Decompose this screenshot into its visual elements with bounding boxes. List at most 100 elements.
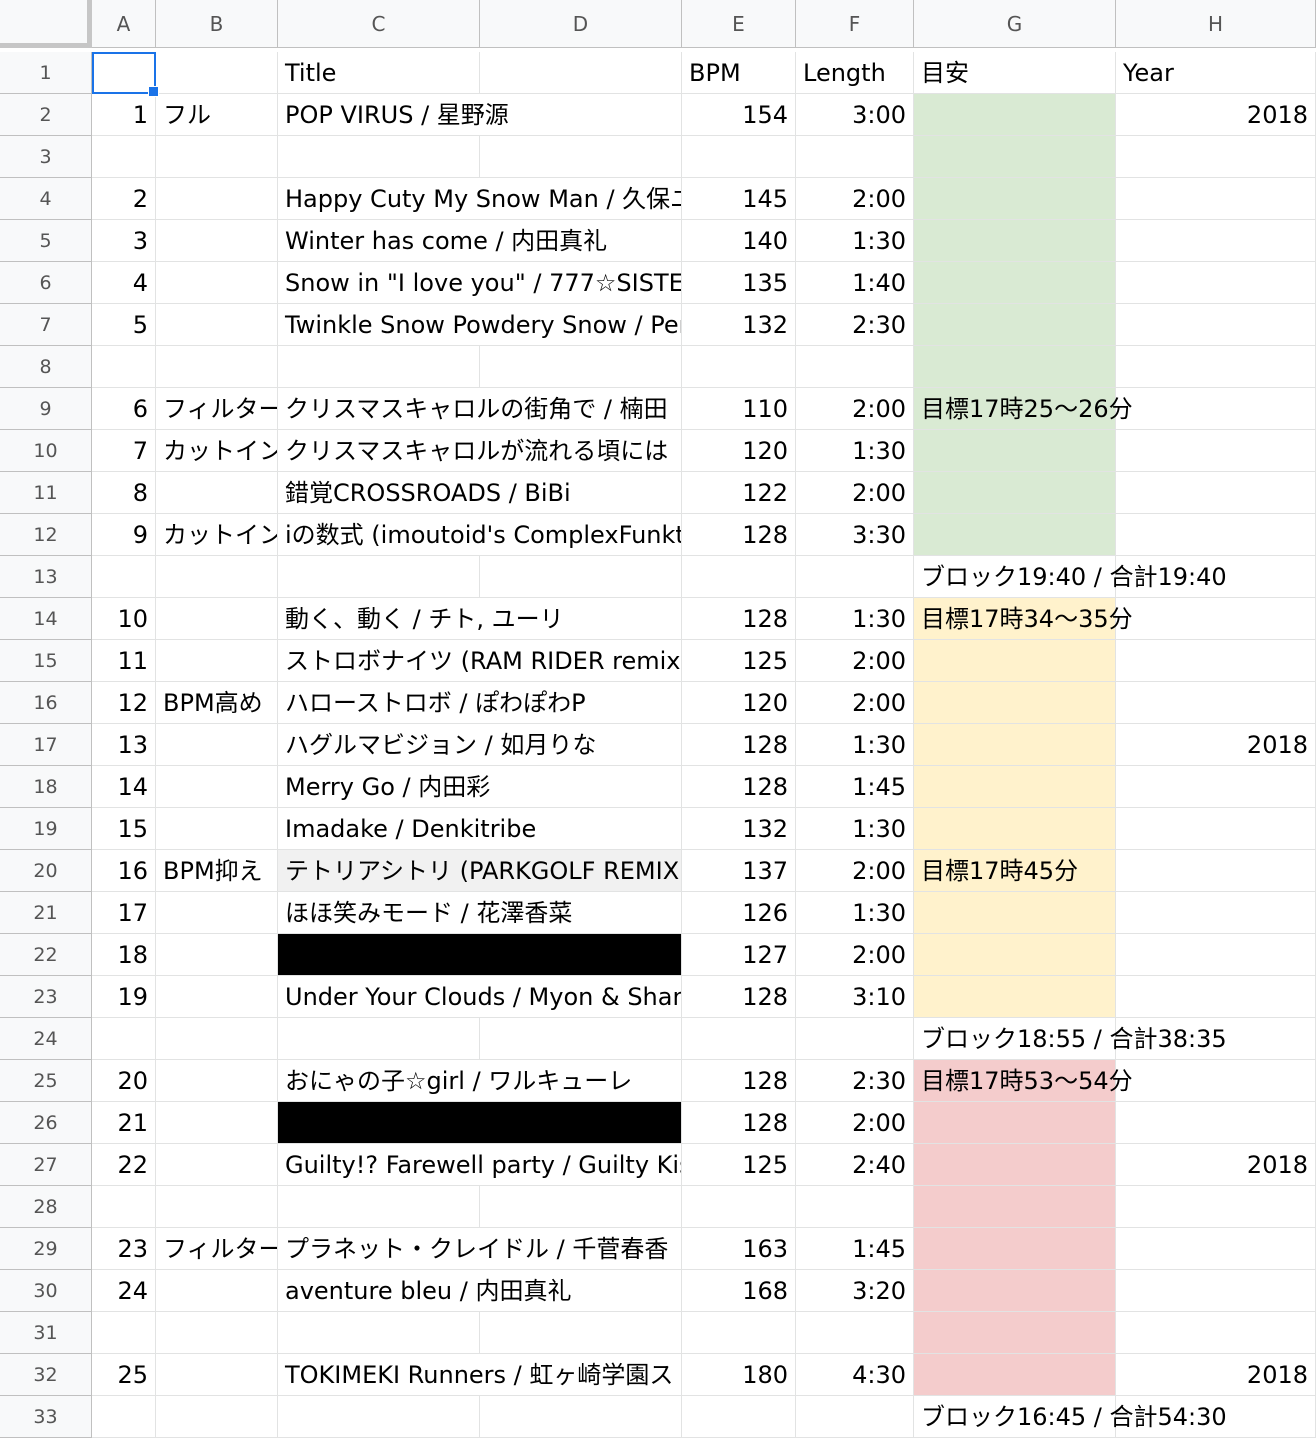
row-header[interactable]: 18 <box>0 766 92 808</box>
cell-g[interactable] <box>914 892 1116 934</box>
cell-f[interactable]: 2:00 <box>796 934 914 976</box>
cell-g[interactable]: ブロック19:40 / 合計19:40 <box>914 556 1227 598</box>
cell-b[interactable] <box>156 1354 278 1396</box>
cell-h[interactable]: 2018 <box>1116 94 1316 136</box>
cell-a[interactable]: 24 <box>92 1270 156 1312</box>
row-header[interactable]: 27 <box>0 1144 92 1186</box>
cell-g[interactable] <box>914 724 1116 766</box>
row-header[interactable]: 28 <box>0 1186 92 1228</box>
cell-d[interactable] <box>480 1186 682 1228</box>
cell-c[interactable]: Under Your Clouds / Myon & Shane 54 <box>278 976 682 1018</box>
row-header[interactable]: 4 <box>0 178 92 220</box>
cell-c[interactable] <box>278 1186 480 1228</box>
row-header[interactable]: 19 <box>0 808 92 850</box>
cell-c[interactable]: Happy Cuty My Snow Man / 久保ユ <box>278 178 682 220</box>
cell-a[interactable] <box>92 1312 156 1354</box>
cell-e[interactable] <box>682 136 796 178</box>
cell-b[interactable] <box>156 1144 278 1186</box>
cell-a[interactable]: 6 <box>92 388 156 430</box>
cell-h[interactable]: 2018 <box>1116 724 1316 766</box>
cell-c[interactable]: テトリアシトリ (PARKGOLF REMIX) <box>278 850 682 892</box>
cell-b[interactable] <box>156 304 278 346</box>
cell-a[interactable] <box>92 52 156 94</box>
cell-c[interactable]: Snow in "I love you" / 777☆SISTERS <box>278 262 682 304</box>
cell-f[interactable] <box>796 1396 914 1438</box>
cell-f[interactable]: 1:30 <box>796 220 914 262</box>
cell-b[interactable] <box>156 1270 278 1312</box>
row-header[interactable]: 14 <box>0 598 92 640</box>
cell-b[interactable] <box>156 556 278 598</box>
cell-d[interactable] <box>480 346 682 388</box>
cell-f[interactable]: 1:30 <box>796 430 914 472</box>
cell-g[interactable]: ブロック16:45 / 合計54:30 <box>914 1396 1227 1438</box>
cell-f[interactable]: 3:30 <box>796 514 914 556</box>
column-header-f[interactable]: F <box>796 0 914 48</box>
cell-h[interactable] <box>1116 346 1316 388</box>
cell-a[interactable]: 1 <box>92 94 156 136</box>
cell-c[interactable] <box>278 1312 480 1354</box>
cell-a[interactable] <box>92 346 156 388</box>
cell-g[interactable]: 目標17時53〜54分 <box>914 1060 1133 1102</box>
cell-a[interactable]: 7 <box>92 430 156 472</box>
cell-b[interactable]: カットイン <box>156 514 278 556</box>
cell-h[interactable] <box>1116 682 1316 724</box>
cell-c[interactable]: おにゃの子☆girl / ワルキューレ <box>278 1060 682 1102</box>
cell-a[interactable]: 11 <box>92 640 156 682</box>
row-header[interactable]: 32 <box>0 1354 92 1396</box>
cell-f[interactable]: 2:00 <box>796 682 914 724</box>
cell-g[interactable] <box>914 976 1116 1018</box>
cell-f[interactable]: 1:30 <box>796 892 914 934</box>
cell-e[interactable]: 125 <box>682 640 796 682</box>
cell-b[interactable]: フィルター <box>156 388 278 430</box>
cell-g[interactable] <box>914 1228 1116 1270</box>
cell-h[interactable] <box>1116 430 1316 472</box>
cell-f[interactable]: 1:40 <box>796 262 914 304</box>
cell-b[interactable] <box>156 766 278 808</box>
cell-d[interactable] <box>480 136 682 178</box>
row-header[interactable]: 9 <box>0 388 92 430</box>
cell-e[interactable]: 127 <box>682 934 796 976</box>
cell-g[interactable] <box>914 1186 1116 1228</box>
row-header[interactable]: 1 <box>0 52 92 94</box>
cell-g[interactable]: 目標17時25〜26分 <box>914 388 1133 430</box>
cell-b[interactable] <box>156 976 278 1018</box>
cell-a[interactable] <box>92 136 156 178</box>
cell-f[interactable]: 2:00 <box>796 850 914 892</box>
row-header[interactable]: 25 <box>0 1060 92 1102</box>
cell-a[interactable]: 14 <box>92 766 156 808</box>
cell-c[interactable] <box>278 136 480 178</box>
cell-e[interactable] <box>682 1396 796 1438</box>
column-header-e[interactable]: E <box>682 0 796 48</box>
cell-f[interactable]: 2:30 <box>796 304 914 346</box>
cell-f[interactable]: 2:00 <box>796 1102 914 1144</box>
cell-f[interactable] <box>796 346 914 388</box>
cell-c[interactable]: ハローストロボ / ぽわぽわP <box>278 682 682 724</box>
cell-g[interactable] <box>914 220 1116 262</box>
row-header[interactable]: 29 <box>0 1228 92 1270</box>
cell-g[interactable] <box>914 346 1116 388</box>
cell-g[interactable] <box>914 1270 1116 1312</box>
cell-f[interactable]: 2:00 <box>796 640 914 682</box>
row-header[interactable]: 17 <box>0 724 92 766</box>
cell-b[interactable]: BPM抑え <box>156 850 278 892</box>
row-header[interactable]: 23 <box>0 976 92 1018</box>
row-header[interactable]: 6 <box>0 262 92 304</box>
cell-e[interactable] <box>682 346 796 388</box>
cell-c[interactable]: クリスマスキャロルの街角で / 楠田 <box>278 388 682 430</box>
cell-a[interactable]: 20 <box>92 1060 156 1102</box>
cell-e[interactable]: 122 <box>682 472 796 514</box>
cell-e[interactable]: BPM <box>682 52 796 94</box>
row-header[interactable]: 12 <box>0 514 92 556</box>
cell-c[interactable] <box>278 346 480 388</box>
cell-c[interactable]: 動く、動く / チト, ユーリ <box>278 598 682 640</box>
row-header[interactable]: 13 <box>0 556 92 598</box>
cell-g[interactable]: 目安 <box>914 52 1116 94</box>
cell-h[interactable] <box>1116 1228 1316 1270</box>
cell-f[interactable]: 2:40 <box>796 1144 914 1186</box>
cell-a[interactable]: 2 <box>92 178 156 220</box>
cell-e[interactable]: 180 <box>682 1354 796 1396</box>
cell-h[interactable]: 2018 <box>1116 1354 1316 1396</box>
column-header-a[interactable]: A <box>92 0 156 48</box>
cell-g[interactable] <box>914 136 1116 178</box>
row-header[interactable]: 3 <box>0 136 92 178</box>
